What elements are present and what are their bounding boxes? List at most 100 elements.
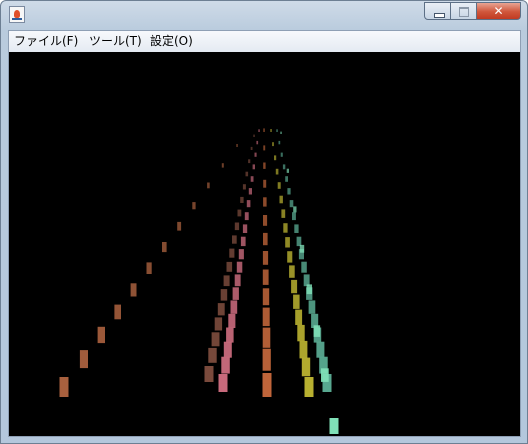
note-bar	[236, 144, 238, 147]
application-window: ✕ ファイル(F) ツール(T) 設定(O)	[0, 0, 528, 444]
note-bar	[214, 317, 223, 331]
note-bar	[301, 357, 311, 377]
note-bar	[229, 248, 235, 258]
menu-file[interactable]: ファイル(F)	[12, 31, 80, 52]
note-bar	[228, 313, 236, 328]
note-bar	[254, 152, 257, 157]
note-bar	[162, 242, 167, 253]
note-bar	[59, 377, 69, 397]
note-bar	[280, 131, 282, 134]
note-bar	[208, 347, 217, 363]
note-bar	[274, 155, 277, 161]
window-controls: ✕	[424, 2, 521, 20]
java-cup-icon[interactable]	[9, 6, 25, 23]
note-bar	[287, 251, 293, 263]
menu-tools[interactable]: ツール(T)	[87, 31, 144, 52]
note-bar	[295, 309, 303, 325]
note-bar	[329, 418, 339, 434]
note-bar	[299, 340, 308, 359]
note-bar	[275, 168, 279, 175]
note-bar	[313, 325, 321, 337]
note-bar	[240, 196, 244, 203]
note-bar	[262, 269, 269, 285]
note-bar	[130, 283, 137, 297]
note-bar	[299, 244, 305, 253]
note-bar	[258, 129, 260, 132]
note-bar	[263, 128, 265, 132]
note-bar	[221, 163, 224, 168]
note-bar	[211, 332, 220, 347]
note-bar	[253, 134, 255, 137]
note-bar	[242, 184, 246, 190]
note-bar	[97, 326, 105, 344]
note-bar	[282, 164, 286, 170]
note-bar	[280, 152, 283, 157]
note-bar	[223, 341, 232, 358]
note-bar	[293, 294, 300, 309]
note-bar	[292, 212, 296, 221]
note-bar	[294, 224, 299, 233]
note-bar	[234, 222, 240, 231]
note-bar	[250, 176, 254, 182]
note-bar	[308, 300, 316, 314]
note-bar	[278, 140, 281, 145]
note-bar	[232, 235, 237, 244]
menu-bar: ファイル(F) ツール(T) 設定(O)	[9, 31, 520, 53]
note-bar	[263, 197, 267, 207]
note-bar	[262, 307, 270, 327]
note-bar	[285, 237, 290, 248]
note-bar	[252, 164, 255, 170]
note-bar	[293, 206, 297, 213]
note-bar	[226, 327, 234, 343]
note-bar	[240, 236, 246, 247]
note-bar	[289, 265, 295, 278]
menu-settings[interactable]: 設定(O)	[148, 31, 195, 52]
note-bar	[204, 366, 214, 382]
maximize-button[interactable]	[451, 2, 477, 20]
note-bar	[276, 129, 278, 132]
close-button[interactable]: ✕	[477, 2, 521, 20]
note-bar	[272, 142, 274, 147]
visualizer-canvas[interactable]	[9, 52, 520, 436]
note-bar	[146, 262, 152, 274]
note-bar	[321, 368, 329, 382]
note-bar	[223, 275, 230, 287]
close-icon: ✕	[493, 4, 504, 18]
note-bar	[242, 224, 248, 233]
note-bar	[263, 215, 268, 226]
note-bar	[263, 162, 266, 169]
note-bar	[289, 200, 294, 208]
note-bar	[217, 303, 225, 316]
note-bar	[256, 140, 259, 145]
note-bar	[246, 200, 251, 208]
note-bar	[250, 146, 253, 150]
client-area: ファイル(F) ツール(T) 設定(O)	[8, 30, 521, 437]
note-bar	[296, 236, 302, 247]
note-bar	[291, 279, 298, 294]
note-bar	[286, 168, 289, 173]
title-bar[interactable]: ✕	[1, 1, 527, 29]
note-bar	[221, 356, 230, 374]
note-bar	[316, 341, 325, 358]
note-track-scene	[59, 128, 339, 434]
note-bar	[79, 350, 88, 369]
note-bar	[279, 195, 283, 204]
note-bar	[238, 249, 244, 260]
note-bar	[304, 377, 314, 397]
note-bar	[297, 324, 305, 342]
note-bar	[236, 261, 243, 273]
minimize-button[interactable]	[424, 2, 451, 20]
note-bar	[277, 182, 281, 189]
note-bar	[248, 159, 251, 164]
note-bar	[262, 288, 270, 306]
note-bar	[270, 129, 272, 132]
note-bar	[287, 188, 291, 195]
note-bar	[234, 274, 241, 287]
note-bar	[263, 232, 268, 246]
note-bar	[301, 261, 307, 273]
minimize-icon	[434, 13, 445, 18]
note-bar	[226, 261, 233, 272]
note-bar	[285, 176, 288, 182]
note-bar	[230, 300, 238, 314]
note-bar	[232, 287, 239, 300]
